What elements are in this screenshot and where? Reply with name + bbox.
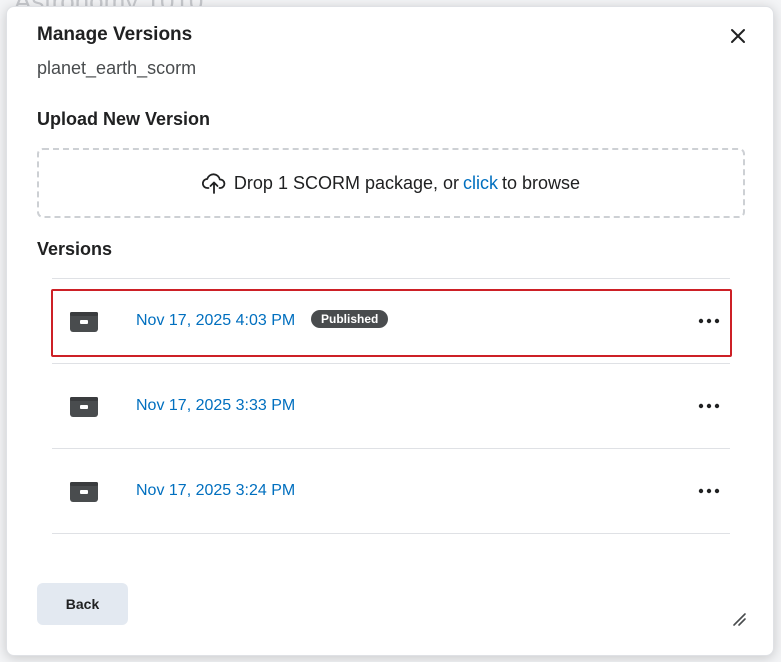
cloud-upload-icon — [201, 173, 226, 194]
published-badge: Published — [311, 310, 389, 328]
more-options-button[interactable] — [696, 311, 722, 331]
resize-handle-icon[interactable] — [731, 611, 747, 627]
package-icon — [70, 482, 98, 502]
version-row[interactable]: Nov 17, 2025 3:33 PM — [52, 364, 730, 449]
version-row[interactable]: Nov 17, 2025 3:24 PM — [52, 449, 730, 534]
more-options-icon — [698, 318, 720, 324]
dialog-title: Manage Versions — [37, 24, 193, 45]
upload-heading: Upload New Version — [37, 109, 211, 129]
more-options-button[interactable] — [696, 481, 722, 501]
browse-link[interactable]: click — [463, 173, 498, 194]
dropzone-text-end: to browse — [502, 172, 581, 193]
more-options-icon — [698, 488, 720, 494]
package-icon — [70, 397, 98, 417]
version-date-link[interactable]: Nov 17, 2025 3:33 PM — [136, 397, 295, 415]
version-date-link[interactable]: Nov 17, 2025 3:24 PM — [136, 482, 295, 500]
package-icon — [70, 312, 98, 332]
close-icon — [731, 29, 745, 43]
versions-list: Nov 17, 2025 4:03 PM Published Nov 17, 2… — [51, 278, 732, 534]
versions-heading: Versions — [37, 239, 113, 259]
package-name: planet_earth_scorm — [37, 58, 197, 78]
version-row[interactable]: Nov 17, 2025 4:03 PM Published — [51, 279, 732, 364]
version-date-link[interactable]: Nov 17, 2025 4:03 PM — [136, 312, 295, 330]
close-button[interactable] — [727, 25, 749, 47]
upload-dropzone[interactable]: Drop 1 SCORM package, or click to browse — [37, 148, 745, 218]
more-options-icon — [698, 403, 720, 409]
manage-versions-dialog: Manage Versions planet_earth_scorm Uploa… — [6, 6, 774, 656]
back-button[interactable]: Back — [37, 583, 128, 625]
more-options-button[interactable] — [696, 396, 722, 416]
dropzone-text: Drop 1 SCORM package, or — [233, 172, 460, 193]
